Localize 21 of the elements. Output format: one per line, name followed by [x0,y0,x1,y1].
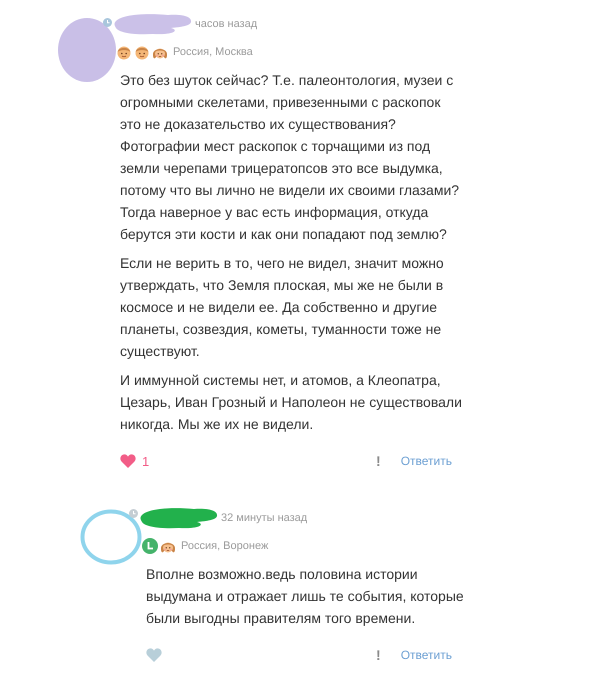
comment-text: Это без шуток сейчас? Т.е. палеонтология, музеи с огромными скелетами, привезенными с раскопок это не доказательство их существования? Фотографии мест раскопок с торчащими из под земли черепами трицератопсов это все выдумка, потому что вы лично не видели их своими глазами? Тогда наверное у вас есть информация, откуда берутся эти кости и как они попадают под землю? [120,71,460,244]
comment-text: Вполне возможно.ведь половина истории выдумана и отражает лишь те события, которые были выгодны правителям того времени. [146,565,465,628]
clock-icon [142,538,158,554]
like-count: 1 [142,454,150,468]
comment-time: 32 минуты назад [221,512,308,524]
heart-icon[interactable] [146,648,162,662]
report-button[interactable]: ! [376,453,381,469]
report-button[interactable]: ! [376,647,381,663]
comment-time: часов назад [195,18,258,30]
clock-icon [103,18,112,27]
user-location: Россия, Москва [173,46,253,58]
boy-face-icon [134,44,150,60]
comment-text: И иммунной системы нет, и атомов, а Клеопатра, Цезарь, Иван Грозный и Наполеон не существовали никогда. Мы же их не видели. [120,371,463,434]
reply-link[interactable]: Ответить [400,648,452,662]
heart-icon[interactable] [120,454,136,468]
reply-link[interactable]: Ответить [400,454,452,468]
boy-face-icon [116,44,132,60]
comment-text: Если не верить в то, чего не видел, значит можно утверждать, что Земля плоская, мы же не были в космосе и не видели ее. Да собственно и другие планеты, созвездия, кометы, туманности тоже не существуют. [120,254,445,361]
user-location: Россия, Воронеж [181,540,268,552]
avatar-ring [80,509,142,565]
clock-icon [129,509,138,518]
